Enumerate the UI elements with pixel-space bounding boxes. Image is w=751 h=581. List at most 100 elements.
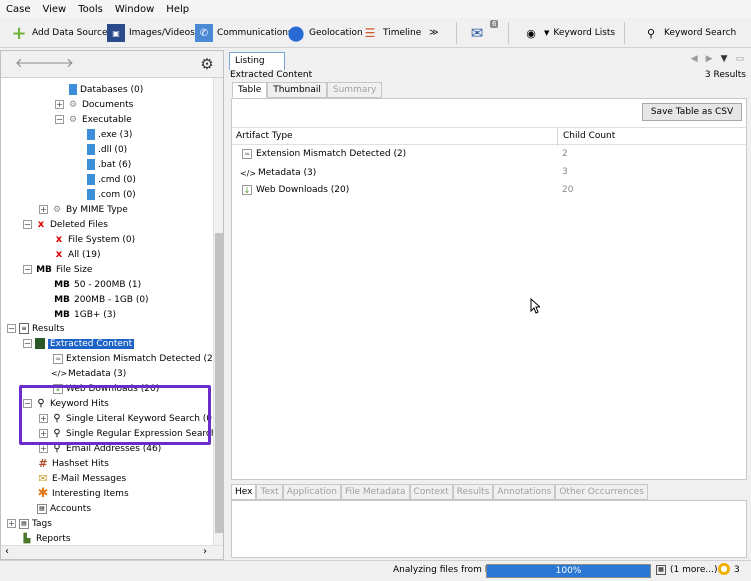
scrollbar-thumb[interactable] xyxy=(215,233,223,533)
table-row[interactable]: ↓ Web Downloads (20) 20 xyxy=(232,182,746,200)
task-list-icon[interactable]: ▦ xyxy=(656,565,666,575)
tree-item-databases[interactable]: Databases (0) xyxy=(69,82,143,97)
tab-next-icon[interactable]: ▶ xyxy=(706,54,713,64)
tree-item-cmd[interactable]: .cmd (0) xyxy=(87,172,136,187)
tab-listing[interactable]: Listing xyxy=(229,52,285,70)
tab-dropdown-icon[interactable]: ▼ xyxy=(721,54,728,64)
back-arrow-icon[interactable]: 🡐 xyxy=(15,56,50,72)
tree-item-extension-mismatch[interactable]: ≈ Extension Mismatch Detected (2) xyxy=(53,351,213,366)
tree-item-size-200mb-1gb[interactable]: MB 200MB - 1GB (0) xyxy=(53,292,149,307)
tab-other-occurrences[interactable]: Other Occurrences xyxy=(555,484,648,500)
tree-item-bat[interactable]: .bat (6) xyxy=(87,157,131,172)
collapse-icon[interactable]: − xyxy=(55,115,64,124)
tree-item-all[interactable]: x All (19) xyxy=(53,247,101,262)
toolbar-separator xyxy=(624,22,625,44)
tree-item-size-50-200mb[interactable]: MB 50 - 200MB (1) xyxy=(53,277,141,292)
forward-arrow-icon[interactable]: 🡒 xyxy=(39,56,74,72)
tree-item-email-messages[interactable]: ✉ E-Mail Messages xyxy=(37,471,126,486)
menu-help[interactable]: Help xyxy=(160,4,195,15)
file-icon xyxy=(87,159,95,170)
expand-icon[interactable]: + xyxy=(7,519,16,528)
tree-item-deleted-files[interactable]: − x Deleted Files xyxy=(23,217,108,232)
maximize-icon[interactable]: ▭ xyxy=(735,54,744,64)
notification-bell-icon[interactable]: ● xyxy=(718,563,730,575)
scroll-left-icon[interactable]: ‹ xyxy=(5,546,9,557)
expand-icon[interactable]: + xyxy=(55,100,64,109)
tab-context[interactable]: Context xyxy=(409,484,453,500)
tab-file-metadata[interactable]: File Metadata xyxy=(340,484,410,500)
tab-text[interactable]: Text xyxy=(256,484,283,500)
menu-tools[interactable]: Tools xyxy=(72,4,109,15)
tab-hex[interactable]: Hex xyxy=(231,484,257,500)
dropdown-arrow-icon: ▼ xyxy=(544,29,550,37)
tree-item-tags[interactable]: + ▤ Tags xyxy=(7,516,52,531)
menu-case[interactable]: Case xyxy=(0,4,36,15)
geolocation-button[interactable]: ⬤ Geolocation xyxy=(287,22,363,44)
tab-application[interactable]: Application xyxy=(282,484,341,500)
gear-icon[interactable]: ⚙ xyxy=(199,56,215,72)
menu-window[interactable]: Window xyxy=(109,4,160,15)
tab-prev-icon[interactable]: ◀ xyxy=(691,54,698,64)
tree-item-executable[interactable]: − ⚙ Executable xyxy=(55,112,132,127)
tree-item-size-1gb-plus[interactable]: MB 1GB+ (3) xyxy=(53,307,116,322)
tab-thumbnail[interactable]: Thumbnail xyxy=(267,82,327,98)
plus-icon: + xyxy=(11,22,27,44)
content-viewer xyxy=(231,500,747,558)
tree-item-com[interactable]: .com (0) xyxy=(87,187,136,202)
menu-bar: Case View Tools Window Help xyxy=(0,0,751,18)
collapse-icon[interactable]: − xyxy=(23,339,32,348)
save-table-csv-button[interactable]: Save Table as CSV xyxy=(642,103,742,121)
more-tasks-link[interactable]: (1 more...) xyxy=(670,565,718,575)
tree-item-extracted-content[interactable]: − Extracted Content xyxy=(23,336,135,351)
expand-icon[interactable]: + xyxy=(39,205,48,214)
mail-icon: ✉ xyxy=(470,24,484,42)
menu-view[interactable]: View xyxy=(36,4,72,15)
tab-results[interactable]: Results xyxy=(452,484,494,500)
tree-item-metadata[interactable]: </> Metadata (3) xyxy=(50,366,126,381)
tab-annotations[interactable]: Annotations xyxy=(493,484,556,500)
tree-item-interesting-items[interactable]: ✱ Interesting Items xyxy=(37,486,129,501)
communications-button[interactable]: ✆ Communications xyxy=(195,22,293,44)
keyword-search-button[interactable]: ⚲ Keyword Search xyxy=(642,22,736,44)
mismatch-file-icon: ≈ xyxy=(53,353,63,364)
tab-table[interactable]: Table xyxy=(232,82,268,98)
table-row[interactable]: ≈ Extension Mismatch Detected (2) 2 xyxy=(232,146,746,164)
table-row[interactable]: </> Metadata (3) 3 xyxy=(232,164,746,182)
tree-item-file-size[interactable]: − MB File Size xyxy=(23,262,92,277)
column-header-artifact-type[interactable]: Artifact Type xyxy=(236,131,293,141)
file-icon xyxy=(87,129,95,140)
tree-item-hashset-hits[interactable]: # Hashset Hits xyxy=(37,456,108,471)
collapse-icon[interactable]: − xyxy=(23,265,32,274)
tree-item-dll[interactable]: .dll (0) xyxy=(87,142,127,157)
search-icon: ⚲ xyxy=(646,26,656,40)
add-data-source-button[interactable]: + Add Data Source xyxy=(10,22,107,44)
extracted-content-icon xyxy=(35,338,45,349)
column-divider[interactable] xyxy=(557,128,558,146)
tab-summary[interactable]: Summary xyxy=(326,82,383,98)
asterisk-icon: ✱ xyxy=(37,486,49,501)
notifications-button[interactable]: ✉ 6 xyxy=(468,20,499,44)
keyword-lists-button[interactable]: ◉ ▼ Keyword Lists xyxy=(522,22,615,44)
tree-item-exe[interactable]: .exe (3) xyxy=(87,127,132,142)
tree-item-accounts[interactable]: ▤ Accounts xyxy=(37,501,91,516)
collapse-icon[interactable]: − xyxy=(23,220,32,229)
timeline-button[interactable]: ☰ Timeline ≫ xyxy=(361,22,439,44)
collapse-icon[interactable]: − xyxy=(7,324,16,333)
progress-bar[interactable]: 100% xyxy=(486,564,651,578)
status-text: Analyzing files from E: xyxy=(393,565,494,575)
communications-icon: ✆ xyxy=(195,24,213,42)
tree-item-file-system[interactable]: x File System (0) xyxy=(53,232,135,247)
column-header-child-count[interactable]: Child Count xyxy=(563,131,615,141)
scroll-right-icon[interactable]: › xyxy=(203,546,207,557)
deleted-x-icon: x xyxy=(55,249,63,260)
code-tag-icon: </> xyxy=(50,369,68,378)
images-videos-button[interactable]: ▣ Images/Videos xyxy=(107,22,195,44)
tree-item-documents[interactable]: + ⚙ Documents xyxy=(55,97,133,112)
tree-item-by-mime-type[interactable]: + ⚙ By MIME Type xyxy=(39,202,128,217)
expand-icon[interactable]: + xyxy=(39,444,48,453)
results-table: Save Table as CSV Artifact Type Child Co… xyxy=(231,98,747,480)
tree-item-results[interactable]: − ≡ Results xyxy=(7,321,65,336)
tree-item-reports[interactable]: ▙ Reports xyxy=(21,531,71,545)
vertical-scrollbar[interactable] xyxy=(213,78,223,545)
horizontal-scrollbar[interactable]: ‹ › xyxy=(1,545,223,559)
